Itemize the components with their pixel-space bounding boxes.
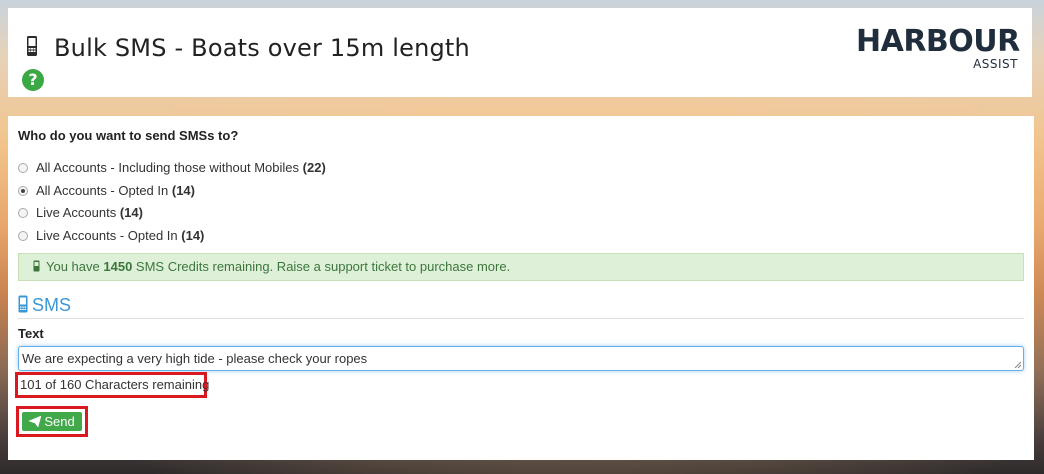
logo-wordmark: HARBOUR <box>856 24 1020 59</box>
recipient-option-live-opted-in[interactable]: Live Accounts - Opted In (14) <box>18 228 204 246</box>
option-count: (14) <box>171 183 195 198</box>
harbour-assist-logo[interactable]: HARBOUR ASSIST <box>856 24 1020 72</box>
radio-button[interactable] <box>18 208 28 218</box>
option-count: (14) <box>181 228 205 243</box>
radio-button[interactable] <box>18 163 28 173</box>
page-header: Bulk SMS - Boats over 15m length ? HARBO… <box>8 8 1032 97</box>
logo-subtitle: ASSIST <box>973 57 1018 71</box>
send-button[interactable]: Send <box>22 412 82 431</box>
sms-section-title: SMS <box>32 295 72 315</box>
character-counter: 101 of 160 Characters remaining <box>15 372 209 398</box>
recipient-option-all-including[interactable]: All Accounts - Including those without M… <box>18 160 326 178</box>
recipients-question: Who do you want to send SMSs to? <box>18 128 239 143</box>
sms-form-panel: Who do you want to send SMSs to? All Acc… <box>8 116 1034 460</box>
radio-button[interactable] <box>18 231 28 241</box>
option-count: (22) <box>302 160 326 175</box>
recipient-option-all-opted-in[interactable]: All Accounts - Opted In (14) <box>18 183 195 201</box>
sms-message-textarea[interactable]: We are expecting a very high tide - plea… <box>18 346 1024 371</box>
sms-message-value: We are expecting a very high tide - plea… <box>22 351 368 366</box>
sms-section-heading: SMS <box>18 292 1024 319</box>
mobile-phone-icon <box>18 295 28 313</box>
text-field-label: Text <box>18 326 44 341</box>
option-label: Live Accounts <box>36 205 117 220</box>
credits-prefix: You have <box>46 259 100 274</box>
mobile-phone-icon <box>27 36 37 56</box>
option-label: All Accounts - Opted In <box>36 183 169 198</box>
recipient-option-live[interactable]: Live Accounts (14) <box>18 205 143 223</box>
option-label: Live Accounts - Opted In <box>36 228 178 243</box>
credits-amount: 1450 <box>103 259 133 274</box>
send-button-highlight: Send <box>16 406 88 437</box>
credits-suffix: SMS Credits remaining. Raise a support t… <box>135 259 511 274</box>
option-count: (14) <box>119 205 143 220</box>
paper-plane-icon <box>29 416 42 427</box>
page-title: Bulk SMS - Boats over 15m length <box>54 34 470 62</box>
resize-grip-icon[interactable] <box>1014 361 1021 368</box>
option-label: All Accounts - Including those without M… <box>36 160 300 175</box>
sms-credits-alert: You have 1450 SMS Credits remaining. Rai… <box>18 253 1024 281</box>
radio-button-selected[interactable] <box>18 186 28 196</box>
mobile-phone-icon <box>33 260 40 272</box>
send-button-label: Send <box>44 414 75 429</box>
question-circle-icon[interactable]: ? <box>22 69 44 91</box>
